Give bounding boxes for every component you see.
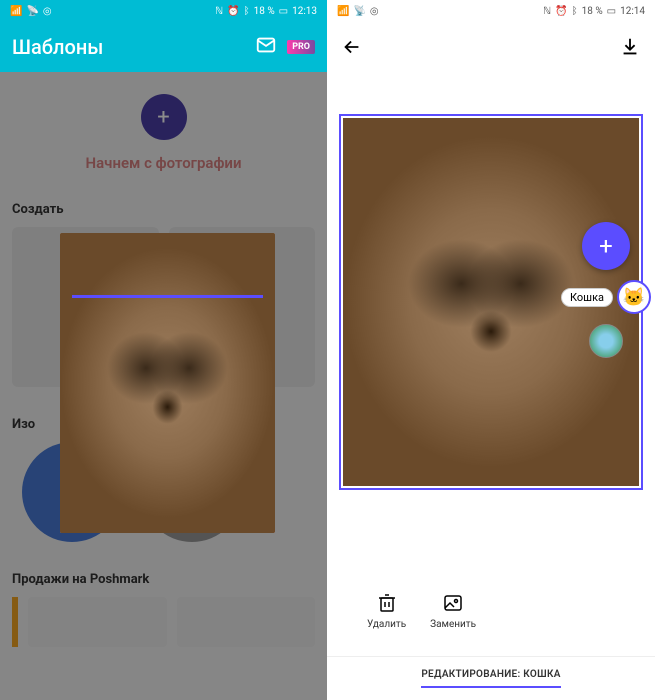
battery-icon: ▭ <box>607 6 616 17</box>
add-layer-button[interactable]: + <box>582 222 630 270</box>
background-layer-button[interactable] <box>589 324 623 358</box>
page-title: Шаблоны <box>12 35 103 59</box>
status-right-cluster: ℕ ⏰ ᛒ 18 % ▭ 12:14 <box>543 6 645 17</box>
photo-processing-overlay <box>60 233 275 533</box>
signal-icon: 📶 <box>10 6 22 17</box>
app-bar: Шаблоны PRO <box>0 22 327 72</box>
edit-mode-tab[interactable]: РЕДАКТИРОВАНИЕ: КОШКА <box>421 669 560 688</box>
camera-icon: ◎ <box>43 6 52 17</box>
bluetooth-icon: ᛒ <box>572 6 578 17</box>
clock-text: 12:14 <box>620 6 645 17</box>
pro-badge[interactable]: PRO <box>287 40 315 54</box>
clock-text: 12:13 <box>292 6 317 17</box>
status-left-icons: 📶 📡 ◎ <box>10 6 52 17</box>
object-chip[interactable]: Кошка 🐱 <box>561 280 651 314</box>
bluetooth-icon: ᛒ <box>244 6 250 17</box>
download-button[interactable] <box>619 36 641 58</box>
alarm-icon: ⏰ <box>227 6 239 17</box>
editor-top-bar <box>327 22 655 72</box>
wifi-icon: 📡 <box>26 6 38 17</box>
wifi-icon: 📡 <box>353 6 365 17</box>
photo-preview <box>60 233 275 533</box>
delete-label: Удалить <box>367 619 406 630</box>
status-bar-right: 📶 📡 ◎ ℕ ⏰ ᛒ 18 % ▭ 12:14 <box>327 0 655 22</box>
nfc-icon: ℕ <box>215 6 223 17</box>
editor-canvas[interactable]: + Кошка 🐱 <box>337 112 645 492</box>
mail-icon[interactable] <box>255 34 277 60</box>
delete-button[interactable]: Удалить <box>367 591 406 630</box>
alarm-icon: ⏰ <box>555 6 567 17</box>
replace-button[interactable]: Заменить <box>430 591 476 630</box>
status-right-cluster: ℕ ⏰ ᛒ 18 % ▭ 12:13 <box>215 6 317 17</box>
battery-text: 18 % <box>582 6 603 17</box>
scan-progress-line <box>72 295 263 298</box>
replace-label: Заменить <box>430 619 476 630</box>
status-left-icons: 📶 📡 ◎ <box>337 6 379 17</box>
nfc-icon: ℕ <box>543 6 551 17</box>
object-emoji-icon: 🐱 <box>617 280 651 314</box>
battery-icon: ▭ <box>279 6 288 17</box>
signal-icon: 📶 <box>337 6 349 17</box>
camera-icon: ◎ <box>370 6 379 17</box>
back-button[interactable] <box>341 36 363 58</box>
bottom-edit-bar: РЕДАКТИРОВАНИЕ: КОШКА <box>327 656 655 700</box>
battery-text: 18 % <box>254 6 275 17</box>
action-row: Удалить Заменить <box>327 591 655 630</box>
status-bar-left: 📶 📡 ◎ ℕ ⏰ ᛒ 18 % ▭ 12:13 <box>0 0 327 22</box>
object-label: Кошка <box>561 288 613 307</box>
